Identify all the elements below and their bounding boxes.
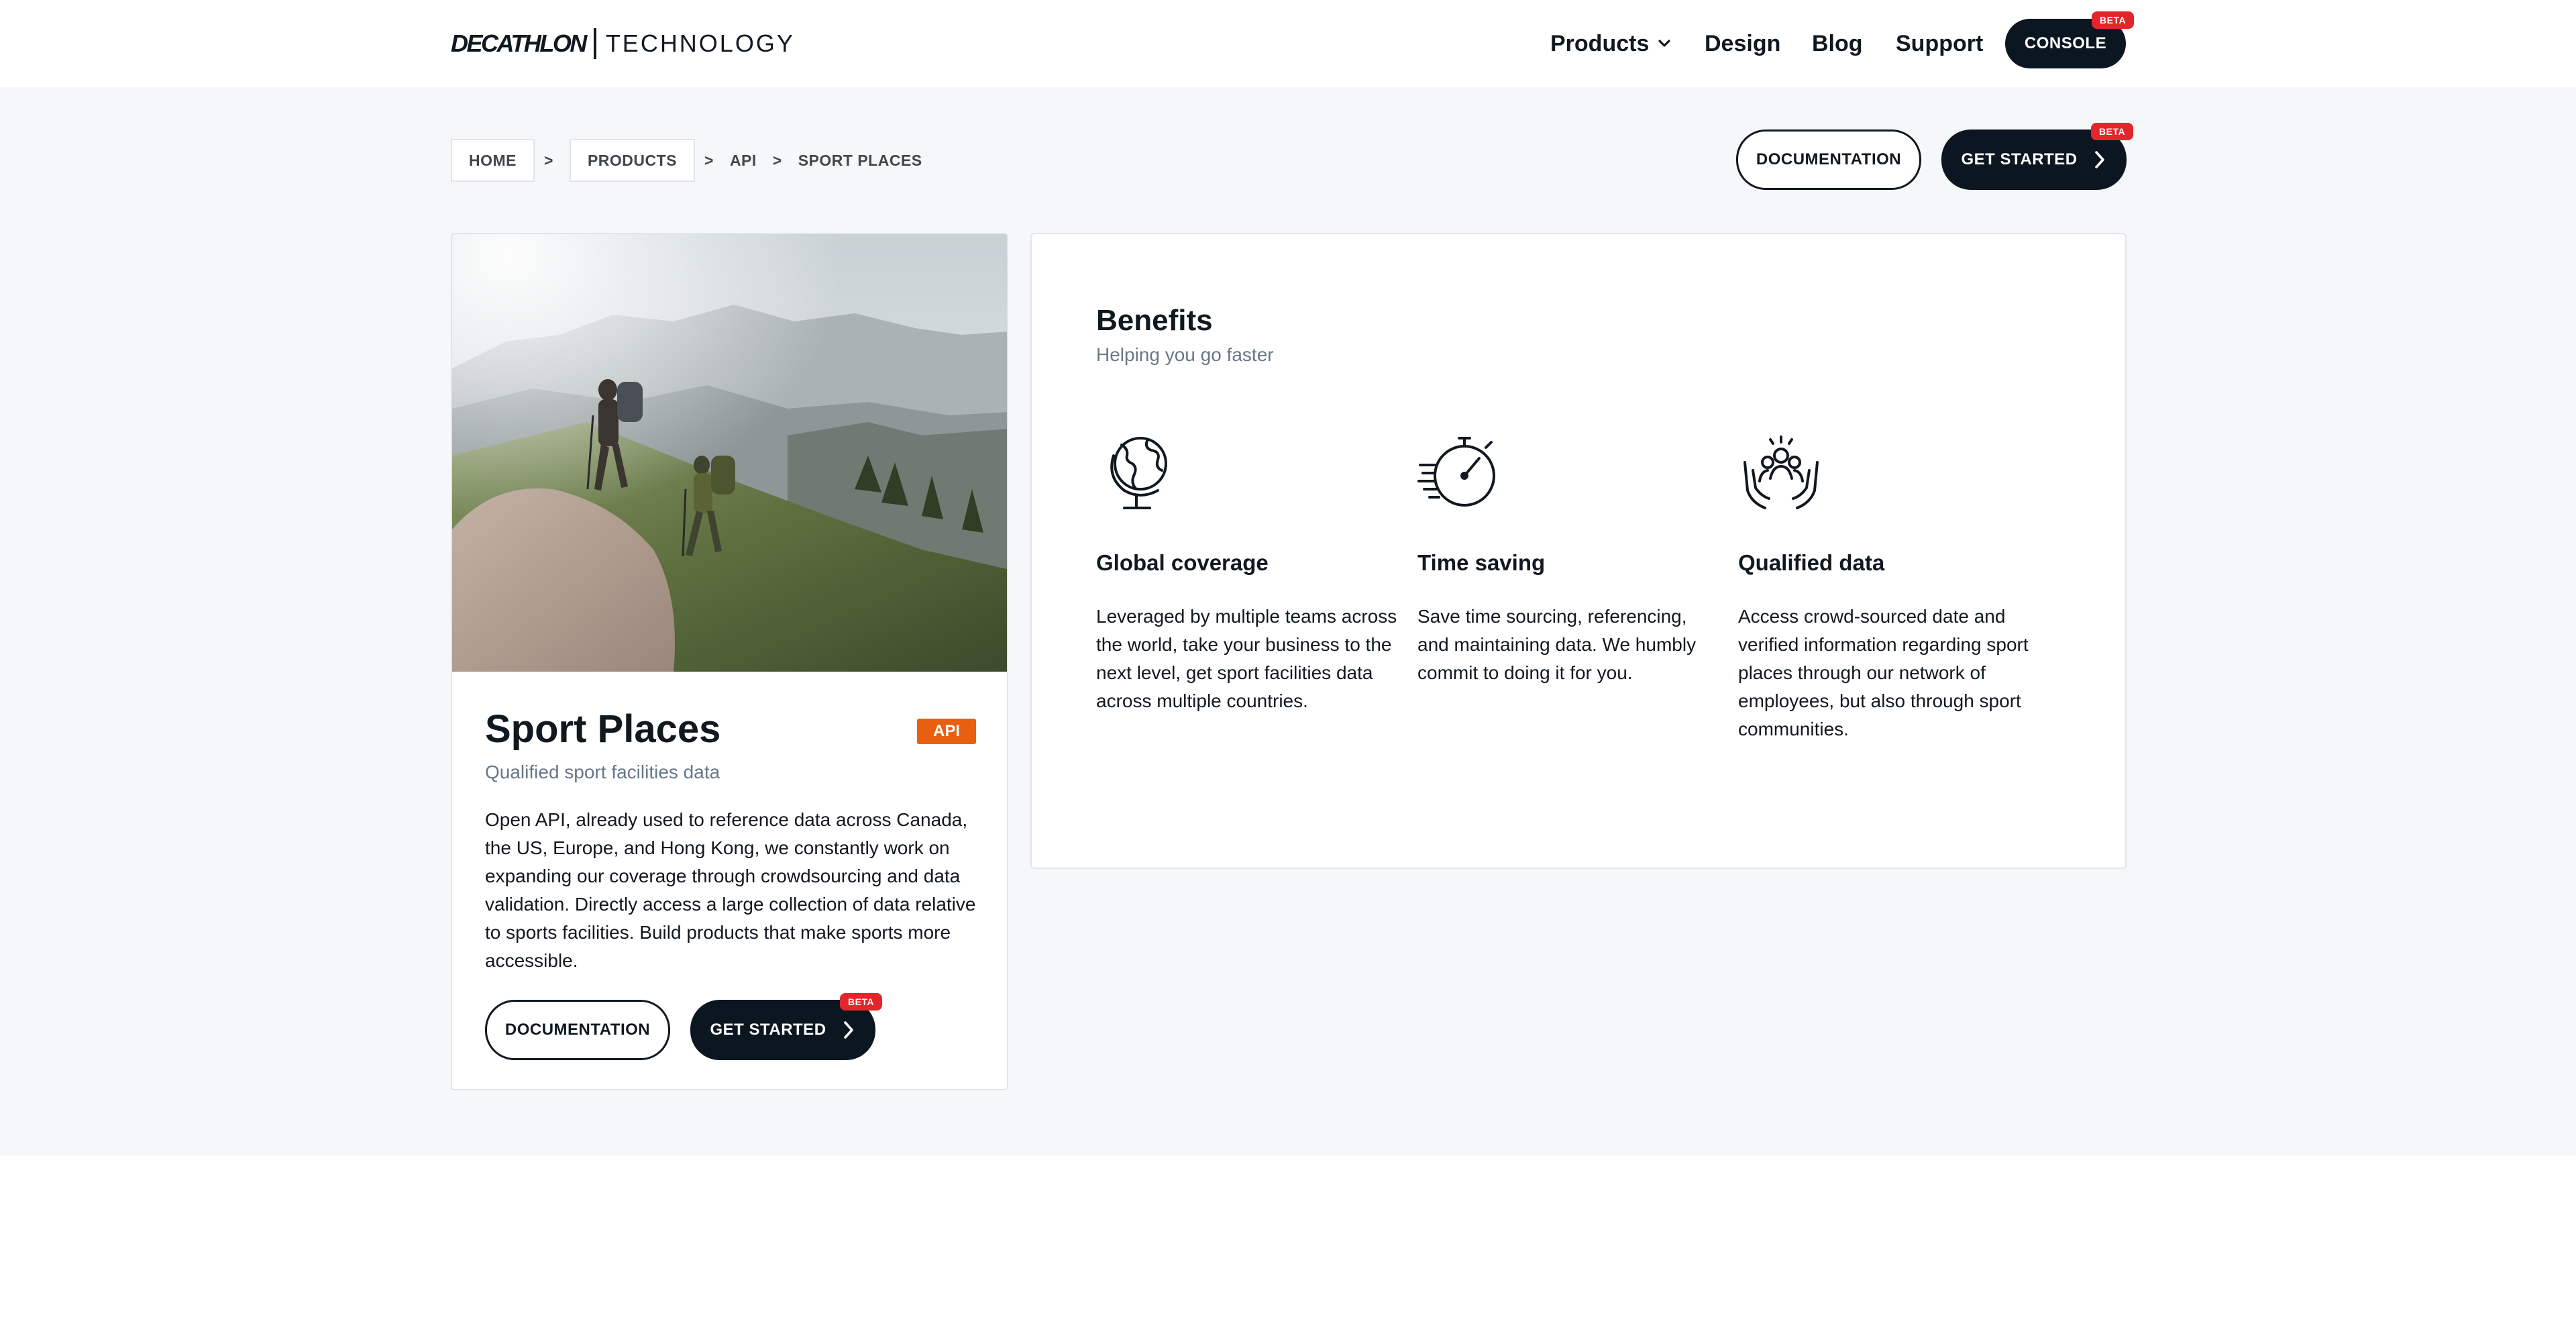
nav-support[interactable]: Support	[1896, 0, 1983, 87]
console-beta-badge: BETA	[2092, 11, 2135, 29]
benefit-text: Leveraged by multiple teams across the w…	[1096, 606, 1397, 711]
community-hands-icon	[1743, 435, 1819, 509]
product-subtitle: Qualified sport facilities data	[485, 762, 720, 782]
chevron-right-icon	[2094, 151, 2104, 168]
breadcrumb-current: SPORT PLACES	[798, 151, 922, 169]
breadcrumb-separator: >	[544, 151, 553, 169]
stopwatch-icon	[1417, 437, 1495, 507]
breadcrumb-separator: >	[704, 151, 714, 169]
benefit-time-saving: Time saving Save time sourcing, referenc…	[1417, 429, 1719, 687]
top-header: DECATHLON TECHNOLOGY Products Design Blo…	[0, 0, 2576, 87]
api-badge: API	[917, 719, 976, 744]
benefit-qualified-data: Qualified data Access crowd-sourced date…	[1738, 429, 2040, 743]
globe-icon	[1110, 437, 1167, 509]
benefits-title: Benefits	[1096, 304, 1213, 337]
product-card: Sport Places API Qualified sport facilit…	[451, 233, 1008, 1090]
chevron-down-icon	[1658, 40, 1670, 47]
card-get-started-button-label: GET STARTED	[710, 1021, 826, 1039]
benefit-title: Global coverage	[1096, 550, 1269, 575]
breadcrumb-api[interactable]: API	[730, 152, 757, 170]
logo-divider	[593, 28, 596, 59]
product-title: Sport Places	[485, 707, 721, 751]
chevron-right-icon	[843, 1021, 853, 1039]
nav-products[interactable]: Products	[1550, 0, 1672, 87]
breadcrumb: HOME > PRODUCTS > API > SPORT PLACES	[451, 139, 922, 182]
logo-technology-text: TECHNOLOGY	[605, 30, 795, 57]
benefit-title: Qualified data	[1738, 550, 1885, 575]
benefit-title: Time saving	[1417, 550, 1546, 575]
breadcrumb-home[interactable]: HOME	[451, 139, 535, 182]
console-button-label: CONSOLE	[2024, 34, 2107, 52]
get-started-button-label: GET STARTED	[1961, 150, 2078, 168]
decathlon-technology-logo[interactable]: DECATHLON TECHNOLOGY	[451, 27, 795, 60]
benefit-text: Access crowd-sourced date and verified i…	[1738, 606, 2029, 739]
card-documentation-button-label: DOCUMENTATION	[504, 1021, 651, 1039]
breadcrumb-separator: >	[772, 151, 782, 169]
benefits-subtitle: Helping you go faster	[1096, 344, 1274, 365]
get-started-beta-badge: BETA	[2091, 123, 2134, 140]
card-documentation-button[interactable]: DOCUMENTATION	[485, 1000, 670, 1060]
card-get-started-beta-badge: BETA	[840, 993, 883, 1011]
documentation-button[interactable]: DOCUMENTATION	[1736, 130, 1921, 190]
logo-brand-text: DECATHLON	[451, 30, 587, 57]
benefits-card: Benefits Helping you go faster Global co…	[1030, 233, 2127, 869]
breadcrumb-products[interactable]: PRODUCTS	[569, 139, 695, 182]
documentation-button-label: DOCUMENTATION	[1756, 150, 1902, 168]
product-description: Open API, already used to reference data…	[485, 809, 976, 971]
hikers-mountain-image	[452, 234, 1007, 672]
benefit-text: Save time sourcing, referencing, and mai…	[1417, 606, 1697, 683]
nav-design[interactable]: Design	[1705, 0, 1780, 87]
benefit-global-coverage: Global coverage Leveraged by multiple te…	[1096, 429, 1398, 715]
nav-blog[interactable]: Blog	[1812, 0, 1863, 87]
nav-products-label: Products	[1550, 30, 1650, 56]
